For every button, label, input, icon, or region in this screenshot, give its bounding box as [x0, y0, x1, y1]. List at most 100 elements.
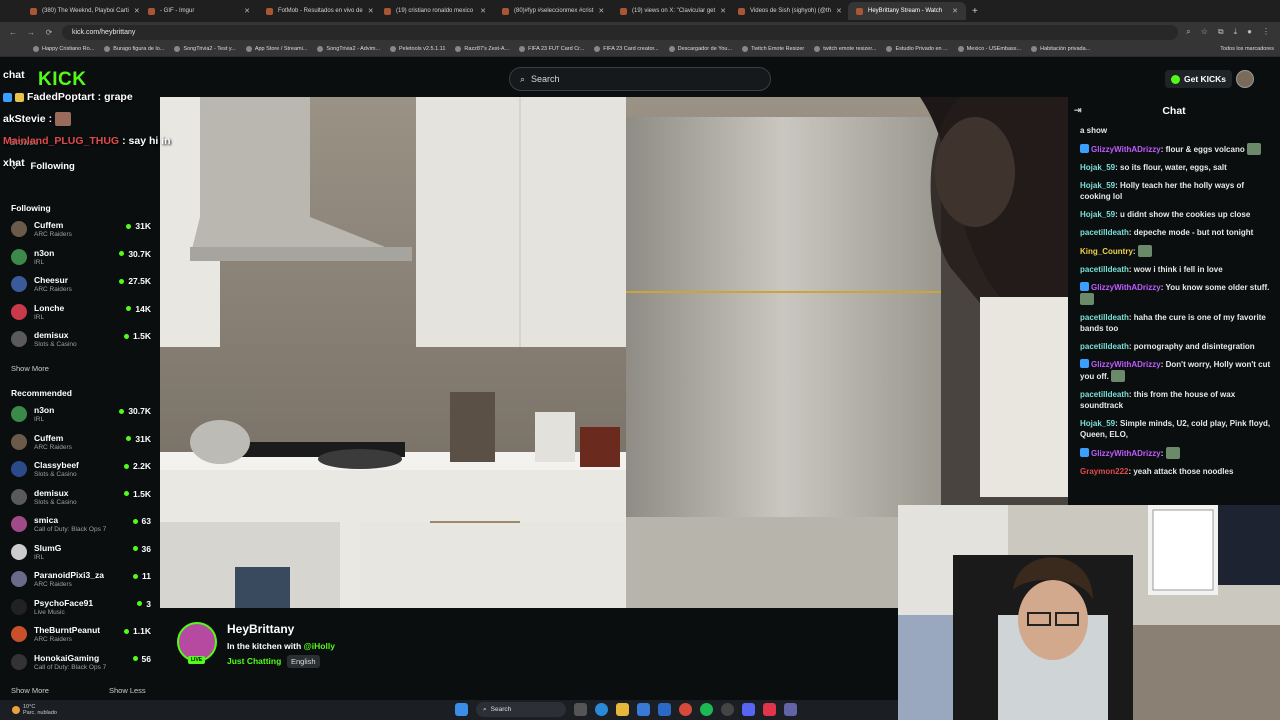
chat-username[interactable]: Graymon222	[1080, 467, 1128, 476]
forward-icon[interactable]: →	[26, 28, 36, 37]
browser-menu-icon[interactable]: ⋮	[1262, 27, 1270, 37]
bookmark-item[interactable]: Happy Cristiano Ro...	[30, 46, 97, 52]
search-input[interactable]: ⌕ Search	[509, 67, 771, 91]
weather-widget[interactable]: 10°C Parc. nublado	[12, 704, 57, 716]
bookmark-item[interactable]: Peletools v2.5.1.11	[387, 46, 448, 52]
bookmark-item[interactable]: Burago figura de lo...	[101, 46, 167, 52]
close-tab-icon[interactable]: ✕	[244, 7, 250, 15]
bookmark-item[interactable]: Estudio Privado en ...	[883, 46, 950, 52]
chat-username[interactable]: GlizzyWithADrizzy	[1091, 145, 1161, 154]
chat-username[interactable]: King_Country	[1080, 247, 1133, 256]
sidebar-channel-demisux[interactable]: demisux Slots & Casino 1.5K	[11, 328, 151, 353]
collapse-chat-icon[interactable]: ⇥	[1074, 105, 1082, 116]
browser-tab[interactable]: (380) The Weeknd, Playboi Carti ✕	[22, 2, 140, 20]
teams-icon[interactable]	[784, 703, 797, 716]
close-tab-icon[interactable]: ✕	[952, 7, 958, 15]
stream-category[interactable]: Just Chatting	[227, 656, 281, 666]
music-icon[interactable]	[763, 703, 776, 716]
sidebar-channel-honokaigaming[interactable]: HonokaiGaming Call of Duty: Black Ops 7 56	[11, 651, 151, 676]
star-icon[interactable]: ☆	[1201, 27, 1208, 37]
chat-username[interactable]: GlizzyWithADrizzy	[1091, 283, 1161, 292]
bookmark-item[interactable]: Razz87's Zest-A...	[452, 46, 512, 52]
mail-icon[interactable]	[658, 703, 671, 716]
file-explorer-icon[interactable]	[616, 703, 629, 716]
bookmark-item[interactable]: Descargador de You...	[666, 46, 735, 52]
bookmark-item[interactable]: SongTrivia2 - Advim...	[314, 46, 383, 52]
close-tab-icon[interactable]: ✕	[368, 7, 374, 15]
browser-tab[interactable]: HeyBrittany Stream - Watch ✕	[848, 2, 966, 20]
sidebar-channel-lonche[interactable]: Lonche IRL 14K	[11, 301, 151, 326]
sidebar-channel-cuffem[interactable]: Cuffem ARC Raiders 31K	[11, 218, 151, 243]
bookmark-item[interactable]: Mexico - USEmbass...	[955, 46, 1024, 52]
photos-icon[interactable]	[637, 703, 650, 716]
bookmark-item[interactable]: Twitch Emote Resizer	[739, 46, 807, 52]
spotify-icon[interactable]	[700, 703, 713, 716]
chat-username[interactable]: pacetilldeath	[1080, 313, 1129, 322]
chat-username[interactable]: Hojak_59	[1080, 181, 1115, 190]
sidebar-channel-n3on[interactable]: n3on IRL 30.7K	[11, 403, 151, 428]
sidebar-channel-theburntpeanut[interactable]: TheBurntPeanut ARC Raiders 1.1K	[11, 623, 151, 648]
get-kicks-button[interactable]: Get KICKs	[1165, 70, 1233, 88]
sidebar-channel-slumg[interactable]: SlumG IRL 36	[11, 541, 151, 566]
downloads-icon[interactable]: ⤓	[1234, 27, 1238, 37]
bookmark-item[interactable]: FIFA 23 Card creator...	[591, 46, 661, 52]
profile-icon[interactable]: ●	[1247, 27, 1252, 37]
sidebar-channel-demisux[interactable]: demisux Slots & Casino 1.5K	[11, 486, 151, 511]
browser-tab[interactable]: (19) views on X: "Clavicular get ✕	[612, 2, 730, 20]
sidebar-channel-smica[interactable]: smica Call of Duty: Black Ops 7 63	[11, 513, 151, 538]
channel-name[interactable]: HeyBrittany	[227, 622, 294, 636]
task-view-icon[interactable]	[574, 703, 587, 716]
show-more-recommended[interactable]: Show More	[11, 686, 49, 695]
zoom-icon[interactable]: ⌕	[1186, 27, 1190, 37]
edge-icon[interactable]	[595, 703, 608, 716]
chat-username[interactable]: GlizzyWithADrizzy	[1091, 360, 1161, 369]
back-icon[interactable]: ←	[8, 28, 18, 37]
close-tab-icon[interactable]: ✕	[836, 7, 842, 15]
browser-tab[interactable]: Videos de Sish (sighyoh) (@th ✕	[730, 2, 848, 20]
bookmark-item[interactable]: twitch emote resizer...	[811, 46, 879, 52]
chat-username[interactable]: pacetilldeath	[1080, 228, 1129, 237]
chat-username[interactable]: pacetilldeath	[1080, 390, 1129, 399]
chat-username[interactable]: pacetilldeath	[1080, 342, 1129, 351]
bookmark-item[interactable]: App Store / Streami...	[243, 46, 311, 52]
obs-icon[interactable]	[721, 703, 734, 716]
close-tab-icon[interactable]: ✕	[720, 7, 726, 15]
sidebar-channel-cuffem[interactable]: Cuffem ARC Raiders 31K	[11, 431, 151, 456]
taskbar-search[interactable]: ⌕ Search	[476, 702, 566, 717]
chat-username[interactable]: GlizzyWithADrizzy	[1091, 449, 1161, 458]
browser-tab[interactable]: - GIF - Imgur ✕	[140, 2, 258, 20]
stream-language-tag[interactable]: English	[287, 655, 320, 668]
sidebar-channel-psychoface91[interactable]: PsychoFace91 Live Music 3	[11, 596, 151, 621]
sidebar-channel-paranoidpixi3_za[interactable]: ParanoidPixi3_za ARC Raiders 11	[11, 568, 151, 593]
reload-icon[interactable]: ⟳	[44, 28, 54, 37]
all-bookmarks[interactable]: Todos los marcadores	[1217, 46, 1280, 52]
chat-username[interactable]: Hojak_59	[1080, 163, 1115, 172]
chrome-icon[interactable]	[679, 703, 692, 716]
viewer-count: 3	[137, 599, 151, 609]
show-less-recommended[interactable]: Show Less	[109, 686, 146, 695]
windows-start-icon[interactable]	[455, 703, 468, 716]
browser-tab[interactable]: (80)#fyp #seleccionmex #crist ✕	[494, 2, 612, 20]
bookmark-item[interactable]: FIFA 23 FUT Card Cr...	[516, 46, 587, 52]
url-field[interactable]: kick.com/heybrittany	[62, 24, 1179, 40]
extensions-icon[interactable]: ⧉	[1218, 27, 1224, 37]
chat-username[interactable]: pacetilldeath	[1080, 265, 1129, 274]
stream-title-mention[interactable]: @iHolly	[304, 641, 335, 651]
bookmark-item[interactable]: Habitación privada...	[1028, 46, 1093, 52]
browser-tab[interactable]: (19) cristiano ronaldo mexico ✕	[376, 2, 494, 20]
sidebar-channel-classybeef[interactable]: Classybeef Slots & Casino 2.2K	[11, 458, 151, 483]
close-tab-icon[interactable]: ✕	[480, 7, 486, 15]
browser-tab[interactable]: FotMob - Resultados en vivo de ✕	[258, 2, 376, 20]
show-more-following[interactable]: Show More	[11, 364, 49, 373]
bookmark-item[interactable]: SongTrivia2 - Test y...	[171, 46, 238, 52]
chat-username[interactable]: Hojak_59	[1080, 419, 1115, 428]
sidebar-channel-cheesur[interactable]: Cheesur ARC Raiders 27.5K	[11, 273, 151, 298]
sidebar-channel-n3on[interactable]: n3on IRL 30.7K	[11, 246, 151, 271]
user-avatar[interactable]	[1236, 70, 1254, 88]
close-tab-icon[interactable]: ✕	[598, 7, 604, 15]
live-dot-icon	[132, 656, 138, 661]
chat-username[interactable]: Hojak_59	[1080, 210, 1115, 219]
new-tab-icon[interactable]: +	[972, 6, 978, 17]
discord-icon[interactable]	[742, 703, 755, 716]
close-tab-icon[interactable]: ✕	[134, 7, 140, 15]
